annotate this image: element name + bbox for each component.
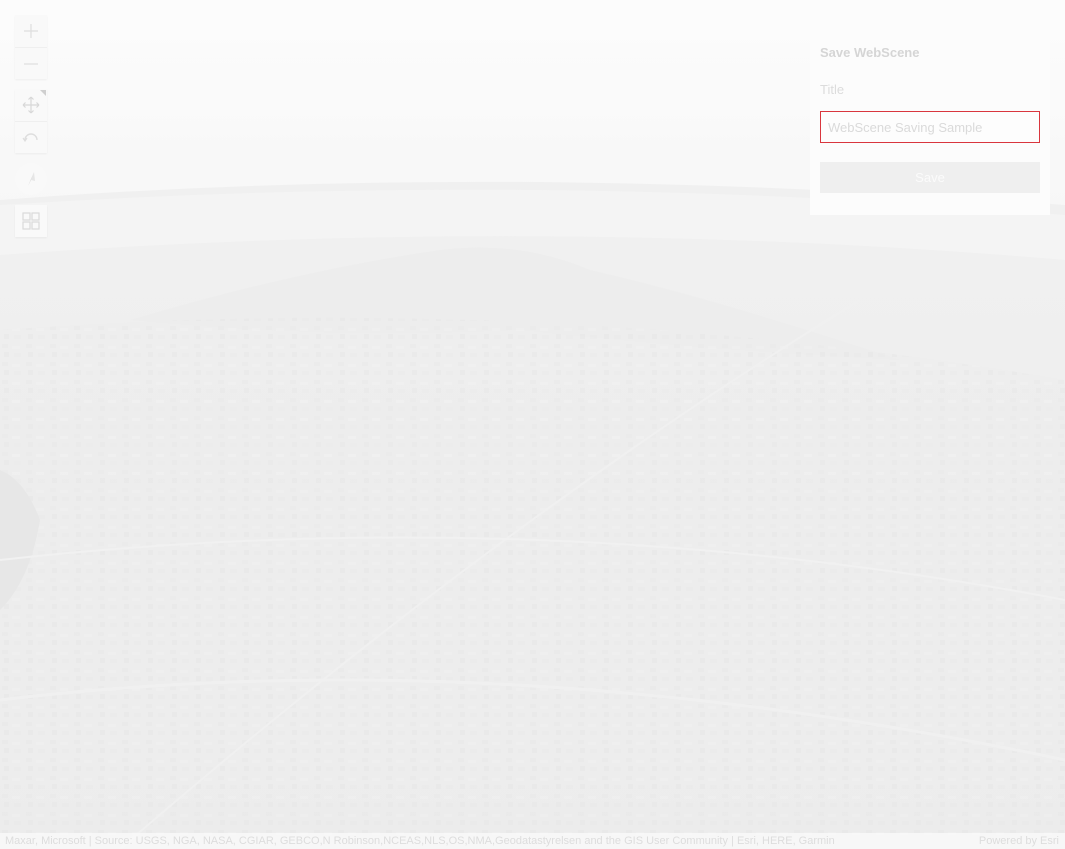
zoom-out-button[interactable] bbox=[15, 47, 47, 79]
move-icon bbox=[22, 96, 40, 114]
pan-button[interactable] bbox=[15, 89, 47, 121]
save-button[interactable]: Save bbox=[820, 162, 1040, 193]
powered-by-esri-link[interactable]: Powered by Esri bbox=[979, 833, 1059, 849]
grid-icon bbox=[22, 212, 40, 230]
zoom-toolbar bbox=[15, 15, 47, 79]
zoom-in-button[interactable] bbox=[15, 15, 47, 47]
plus-icon bbox=[24, 24, 38, 38]
title-input[interactable] bbox=[820, 111, 1040, 143]
expand-corner-icon bbox=[40, 90, 46, 96]
compass-button[interactable] bbox=[15, 163, 47, 195]
navigation-toolbar bbox=[15, 89, 47, 153]
layer-list-button[interactable] bbox=[15, 205, 47, 237]
layer-toolbar bbox=[15, 205, 47, 237]
rotate-button[interactable] bbox=[15, 121, 47, 153]
minus-icon bbox=[24, 62, 38, 65]
compass-icon bbox=[28, 172, 35, 186]
attribution-sources[interactable]: Maxar, Microsoft | Source: USGS, NGA, NA… bbox=[5, 833, 905, 849]
save-webscene-panel: Save WebScene Title Save bbox=[810, 15, 1050, 215]
attribution-bar: Maxar, Microsoft | Source: USGS, NGA, NA… bbox=[0, 833, 1065, 849]
title-label: Title bbox=[820, 82, 845, 97]
panel-heading: Save WebScene bbox=[820, 45, 920, 60]
rotate-icon bbox=[22, 132, 38, 142]
